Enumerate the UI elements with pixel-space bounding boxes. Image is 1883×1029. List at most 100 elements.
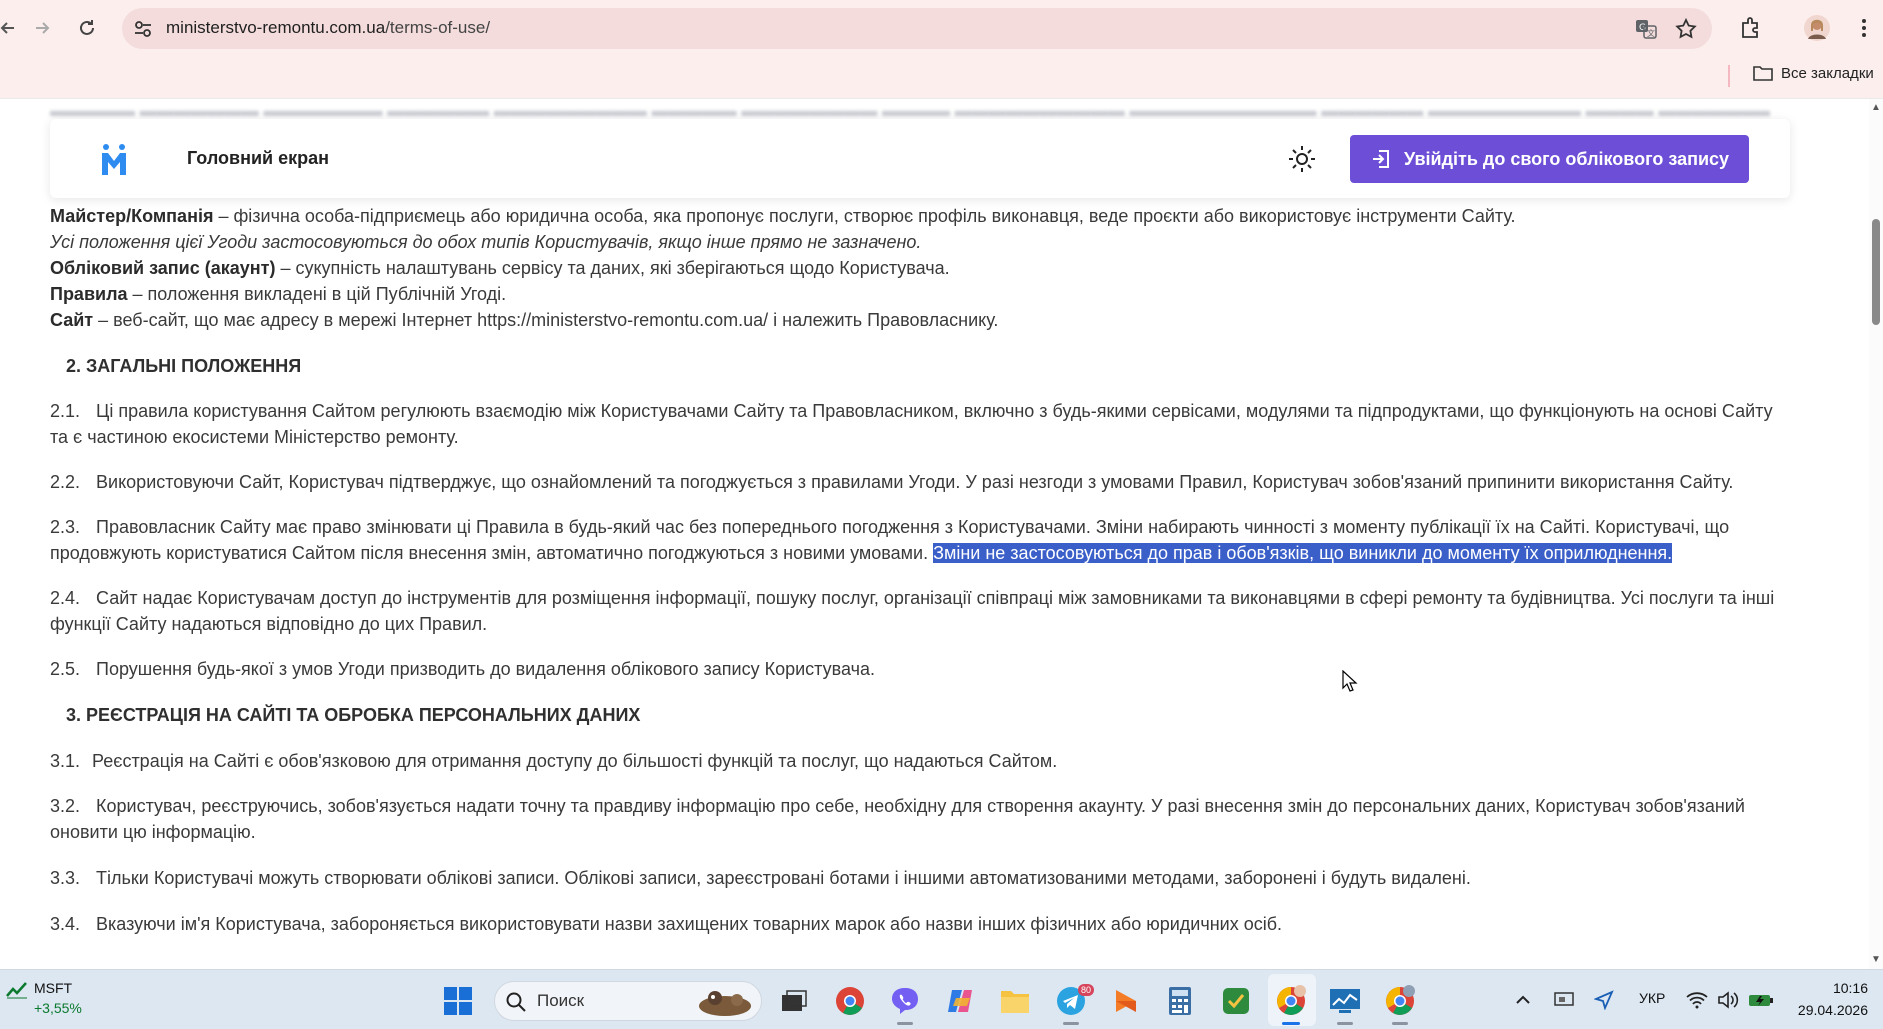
chrome-profile-app[interactable] (1274, 984, 1308, 1018)
folder-icon (1001, 991, 1029, 1013)
section-heading: 3. РЕЄСТРАЦІЯ НА САЙТІ ТА ОБРОБКА ПЕРСОН… (66, 705, 641, 725)
taskbar-search[interactable]: Поиск (494, 981, 762, 1021)
profile-avatar[interactable] (1803, 14, 1831, 42)
definition-text: – сукупність налаштувань сервісу та дани… (275, 258, 950, 278)
site-settings-icon[interactable] (132, 18, 154, 40)
address-bar[interactable]: ministerstvo-remontu.com.ua/terms-of-use… (122, 8, 1712, 49)
paragraph-number: 2.2. (50, 472, 81, 492)
url-domain: ministerstvo-remontu.com.ua (166, 18, 386, 37)
stock-app[interactable] (1328, 984, 1362, 1018)
running-indicator (1063, 1022, 1079, 1025)
viber-app[interactable] (888, 984, 922, 1018)
scroll-thumb[interactable] (1872, 219, 1880, 325)
definition-account: Обліковий запис (акаунт) – сукупність на… (50, 255, 950, 281)
paragraph-3-1: 3.1. Реєстрація на Сайті є обов'язковою д… (50, 748, 1790, 774)
search-icon (506, 992, 526, 1012)
windows-taskbar: MSFT +3,55% Поиск 80 УКР 10:16 29.04.202… (0, 969, 1883, 1029)
selected-text: Зміни не застосовуються до прав і обов'я… (933, 543, 1673, 563)
sun-icon[interactable] (1287, 144, 1317, 174)
bookmark-star-icon[interactable] (1674, 17, 1698, 41)
calculator-icon (1169, 987, 1191, 1015)
chrome-app[interactable] (833, 984, 867, 1018)
reload-icon (80, 20, 94, 35)
scroll-down-arrow-icon[interactable]: ▼ (1870, 955, 1882, 965)
site-logo-icon[interactable] (100, 143, 128, 175)
definition-text: – положення викладені в цій Публічній Уг… (127, 284, 507, 304)
clock-date[interactable]: 29.04.2026 (1790, 1002, 1868, 1018)
keyboard-language[interactable]: УКР (1639, 990, 1665, 1006)
login-icon (1372, 150, 1389, 168)
paragraph-text: Користувач, реєструючись, зобов'язується… (50, 796, 1745, 842)
windows-start-icon[interactable] (443, 986, 473, 1016)
reload-button[interactable] (73, 14, 101, 42)
scroll-up-arrow-icon[interactable]: ▲ (1870, 103, 1882, 113)
paragraph-2-5: 2.5. Порушення будь-якої з умов Угоди при… (50, 656, 1790, 682)
tray-device-icon[interactable] (1551, 988, 1577, 1012)
paragraph-number: 2.5. (50, 659, 81, 679)
wifi-icon[interactable] (1684, 988, 1710, 1012)
chrome-profile-2-app[interactable] (1383, 984, 1417, 1018)
battery-charging-icon[interactable] (1748, 988, 1774, 1012)
phone-link-app[interactable] (1219, 984, 1253, 1018)
definition-term: Правила (50, 284, 128, 304)
paragraph-number: 3.4. (50, 914, 81, 934)
folder-icon (1753, 66, 1773, 81)
copilot-app[interactable] (943, 984, 977, 1018)
search-highlight-illustration-icon (699, 991, 751, 1016)
bookmarks-bar: Все закладки (0, 57, 1883, 99)
site-header: Головний екран Увійдіть до свого обліков… (50, 119, 1790, 198)
paragraph-3-2: 3.2. Користувач, реєструючись, зобов'язує… (50, 793, 1790, 845)
file-explorer-app[interactable] (998, 984, 1032, 1018)
section-heading: 2. ЗАГАЛЬНІ ПОЛОЖЕННЯ (66, 356, 302, 376)
forward-button[interactable] (28, 14, 56, 42)
task-view-app[interactable] (777, 984, 811, 1018)
page-scrollbar[interactable]: ▲ ▼ (1869, 99, 1883, 969)
paragraph-number: 2.3. (50, 517, 81, 537)
search-placeholder: Поиск (537, 991, 585, 1010)
tray-chevron-up-icon[interactable] (1510, 988, 1536, 1012)
app-arrow-icon (1116, 990, 1136, 1012)
chrome-profile-icon (1277, 985, 1306, 1015)
running-indicator-active (1282, 1022, 1300, 1025)
paragraph-number: 3.2. (50, 796, 81, 816)
url-text: ministerstvo-remontu.com.ua/terms-of-use… (166, 18, 490, 38)
all-bookmarks-button[interactable]: Все закладки (1753, 64, 1874, 82)
clock-time[interactable]: 10:16 (1800, 980, 1868, 996)
running-indicator (1337, 1022, 1353, 1025)
back-button[interactable] (0, 14, 22, 42)
stock-ticker: MSFT (34, 980, 73, 996)
paragraph-3-3: 3.3. Тільки Користувачі можуть створювати… (50, 865, 1790, 891)
calculator-app[interactable] (1163, 984, 1197, 1018)
extensions-icon[interactable] (1737, 14, 1765, 42)
definition-rules: Правила – положення викладені в цій Публ… (50, 281, 506, 307)
chrome-icon (836, 987, 864, 1015)
paragraph-text: Використовуючи Сайт, Користувач підтверд… (96, 472, 1734, 492)
note-text: Усі положення цієї Угоди застосовуються … (50, 232, 922, 252)
volume-icon[interactable] (1715, 988, 1741, 1012)
phone-check-icon (1223, 988, 1249, 1014)
paragraph-3-4: 3.4. Вказуючи ім'я Користувача, забороняє… (50, 911, 1790, 937)
location-arrow-icon[interactable] (1591, 988, 1617, 1012)
paragraph-2-3: 2.3. Правовласник Сайту має право змінюва… (50, 514, 1790, 566)
forward-arrow-icon (36, 22, 50, 34)
running-indicator (897, 1022, 913, 1025)
login-button[interactable]: Увійдіть до свого облікового запису (1350, 135, 1749, 183)
bookmarks-divider (1728, 65, 1730, 87)
running-indicator (1392, 1022, 1408, 1025)
definition-note: Усі положення цієї Угоди застосовуються … (50, 229, 921, 255)
paragraph-text: Ці правила користування Сайтом регулюють… (50, 401, 1773, 447)
chrome-profile-2-icon (1386, 985, 1415, 1015)
web-page: ▬▬▬▬▬ ▬▬▬▬▬▬▬ ▬▬▬▬▬▬▬ ▬▬▬▬▬▬ ▬▬▬▬▬▬▬▬▬ ▬… (0, 99, 1883, 969)
stock-widget[interactable]: MSFT +3,55% (6, 980, 82, 1016)
paragraph-number: 2.4. (50, 588, 81, 608)
menu-kebab-icon[interactable] (1850, 14, 1878, 42)
back-arrow-icon (0, 22, 14, 34)
apps-grid-icon[interactable] (0, 66, 8, 84)
translate-icon[interactable]: G 文 (1634, 17, 1658, 41)
definition-site: Сайт – веб-сайт, що має адресу в мережі … (50, 307, 998, 333)
browser-toolbar: ministerstvo-remontu.com.ua/terms-of-use… (0, 0, 1883, 57)
paragraph-2-4: 2.4. Сайт надає Користувачам доступ до ін… (50, 585, 1790, 637)
sublime-app[interactable] (1109, 984, 1143, 1018)
paragraph-2-1: 2.1. Ці правила користування Сайтом регул… (50, 398, 1790, 450)
home-link[interactable]: Головний екран (187, 148, 329, 169)
